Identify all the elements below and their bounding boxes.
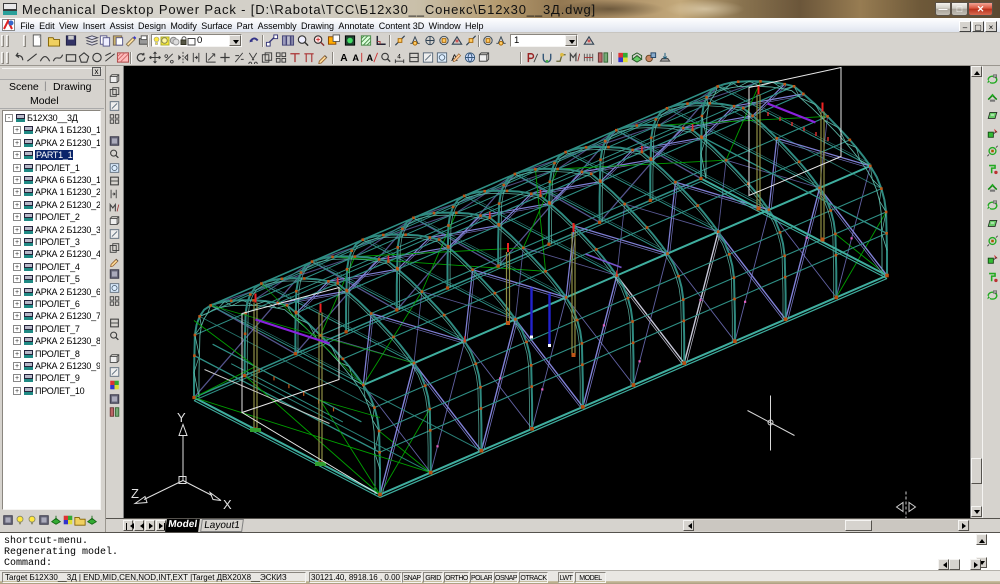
svg-text:Y: Y [177, 410, 186, 425]
svg-text:X: X [223, 497, 232, 512]
svg-text:A: A [340, 53, 348, 64]
svg-text:4: 4 [397, 53, 401, 60]
svg-text:A: A [366, 53, 373, 63]
svg-text:Z: Z [131, 486, 139, 501]
svg-text:A: A [352, 53, 359, 63]
